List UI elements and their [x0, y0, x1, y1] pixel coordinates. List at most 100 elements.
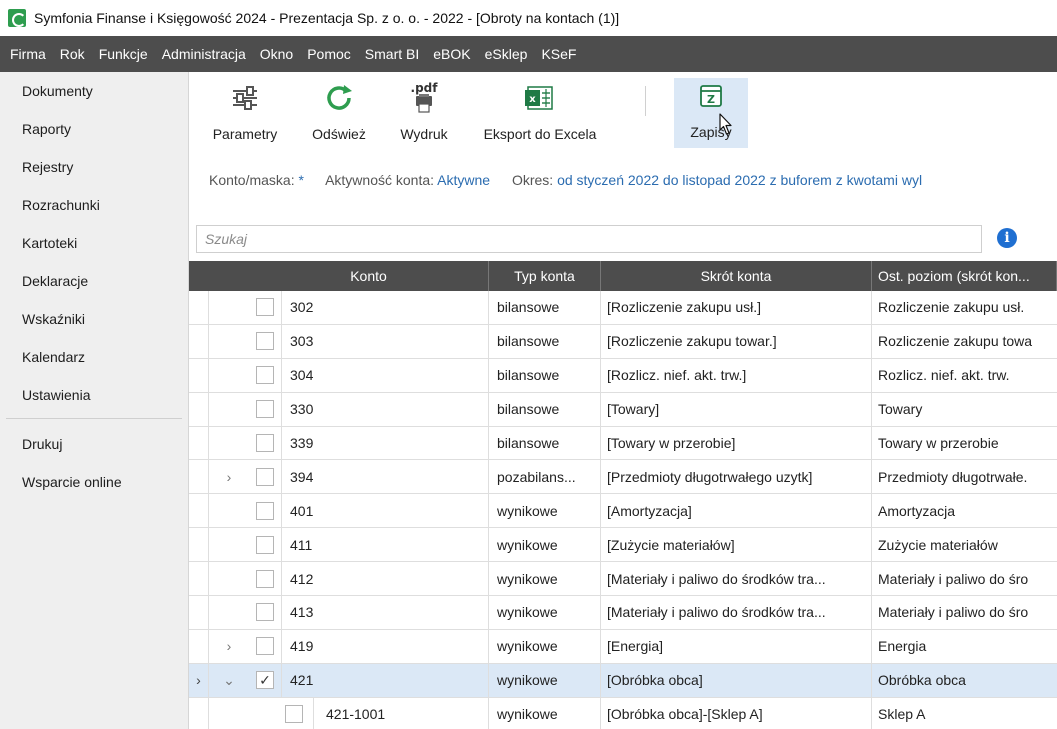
search-input[interactable]	[197, 226, 981, 252]
expand-chevron-icon[interactable]: ›	[209, 460, 249, 493]
cell-typ-konta: wynikowe	[489, 494, 601, 528]
toolbar: Parametry Odśwież .pdf Wydruk x Eksport …	[189, 72, 1057, 152]
table-row[interactable]: 413 wynikowe [Materiały i paliwo do środkó…	[189, 596, 1057, 630]
svg-text:x: x	[529, 94, 536, 105]
table-row[interactable]: 330 bilansowe [Towary] Towary	[189, 392, 1057, 427]
sidebar-item-1[interactable]: Raporty	[0, 110, 188, 148]
menu-item-esklep[interactable]: eSklep	[485, 46, 528, 62]
sliders-icon	[207, 80, 283, 116]
sidebar-item-3[interactable]: Rozrachunki	[0, 186, 188, 224]
cell-konto: 330	[281, 392, 489, 426]
zapisy-label: Zapisy	[690, 124, 732, 140]
row-indicator: ›	[189, 663, 209, 697]
konto-mask-label: Konto/maska:	[209, 172, 295, 188]
expand-chevron-icon[interactable]	[209, 528, 249, 561]
table-row[interactable]: › 419 wynikowe [Energia] Energia	[189, 629, 1057, 664]
row-checkbox[interactable]	[256, 603, 274, 622]
menu-item-smart-bi[interactable]: Smart BI	[365, 46, 419, 62]
sidebar-item-4[interactable]: Kartoteki	[0, 224, 188, 262]
zapisy-button[interactable]: Z Zapisy	[674, 78, 748, 148]
expand-chevron-icon[interactable]: ⌄	[209, 664, 249, 697]
row-checkbox[interactable]	[256, 366, 274, 385]
row-checkbox-cell	[249, 427, 281, 460]
cell-skrot-konta: [Materiały i paliwo do środków tra...	[601, 596, 872, 629]
table-row[interactable]: › 394 pozabilans... [Przedmioty długotrwałe…	[189, 460, 1057, 495]
expand-chevron-icon[interactable]	[209, 427, 249, 460]
cell-ost-poziom: Amortyzacja	[878, 502, 956, 519]
sidebar-bottom-item-1[interactable]: Wsparcie online	[0, 463, 188, 501]
header-konto[interactable]: Konto	[189, 261, 489, 291]
menu-item-firma[interactable]: Firma	[10, 46, 46, 62]
menu-item-funkcje[interactable]: Funkcje	[99, 46, 148, 62]
row-indicator	[189, 426, 209, 460]
row-checkbox[interactable]	[256, 501, 274, 520]
konto-mask-value[interactable]: *	[299, 172, 304, 188]
cell-typ-konta: bilansowe	[489, 291, 601, 324]
table-row[interactable]: 421-1001 wynikowe [Obróbka obca]-[Sklep A]…	[189, 697, 1057, 729]
header-skrot-konta[interactable]: Skrót konta	[601, 261, 872, 291]
eksport-excel-button[interactable]: x Eksport do Excela	[475, 80, 605, 150]
expand-chevron-icon[interactable]	[209, 596, 249, 629]
row-checkbox[interactable]	[256, 332, 274, 351]
row-checkbox[interactable]	[256, 298, 274, 317]
sidebar-item-5[interactable]: Deklaracje	[0, 262, 188, 300]
row-checkbox-cell	[249, 460, 281, 493]
cell-ost-poziom: Rozlicz. nief. akt. trw.	[878, 367, 1010, 384]
sidebar-item-7[interactable]: Kalendarz	[0, 338, 188, 376]
expand-chevron-icon[interactable]	[209, 562, 249, 595]
table-row[interactable]: 339 bilansowe [Towary w przerobie] Towary w…	[189, 426, 1057, 461]
aktywnosc-label: Aktywność konta:	[325, 172, 435, 188]
menu-item-rok[interactable]: Rok	[60, 46, 85, 62]
table-row[interactable]: 401 wynikowe [Amortyzacja] Amortyzacja	[189, 494, 1057, 529]
cell-konto: 421	[281, 663, 489, 697]
expand-chevron-icon[interactable]	[209, 325, 249, 358]
parametry-button[interactable]: Parametry	[207, 80, 283, 150]
row-checkbox[interactable]	[256, 637, 274, 656]
expand-chevron-icon[interactable]	[209, 359, 249, 392]
row-checkbox[interactable]	[285, 705, 303, 724]
cell-konto: 419	[281, 629, 489, 663]
menu-item-pomoc[interactable]: Pomoc	[307, 46, 351, 62]
table-row[interactable]: 303 bilansowe [Rozliczenie zakupu towar.] R…	[189, 324, 1057, 359]
odswiez-button[interactable]: Odśwież	[301, 80, 377, 150]
sidebar-item-2[interactable]: Rejestry	[0, 148, 188, 186]
menu-item-ebok[interactable]: eBOK	[433, 46, 470, 62]
row-checkbox-cell	[249, 630, 281, 663]
table-row[interactable]: 411 wynikowe [Zużycie materiałów] Zużycie m…	[189, 528, 1057, 563]
menu-item-ksef[interactable]: KSeF	[541, 46, 576, 62]
okres-value[interactable]: od styczeń 2022 do listopad 2022 z bufor…	[557, 172, 922, 188]
sidebar-item-6[interactable]: Wskaźniki	[0, 300, 188, 338]
expand-chevron-icon[interactable]	[209, 698, 249, 729]
cell-skrot-konta: [Energia]	[601, 629, 872, 663]
row-indicator	[189, 629, 209, 663]
cell-ost-poziom: Sklep A	[878, 706, 926, 723]
refresh-icon	[301, 80, 377, 116]
menu-item-okno[interactable]: Okno	[260, 46, 293, 62]
sidebar-item-8[interactable]: Ustawienia	[0, 376, 188, 414]
row-checkbox[interactable]	[256, 569, 274, 588]
expand-chevron-icon[interactable]: ›	[209, 630, 249, 663]
table-row[interactable]: 304 bilansowe [Rozlicz. nief. akt. trw.] Ro…	[189, 358, 1057, 393]
table-row[interactable]: 412 wynikowe [Materiały i paliwo do środkó…	[189, 562, 1057, 597]
sidebar-item-0[interactable]: Dokumenty	[0, 72, 188, 110]
wydruk-button[interactable]: .pdf Wydruk	[387, 80, 461, 150]
sidebar-bottom-item-0[interactable]: Drukuj	[0, 425, 188, 463]
header-typ-konta[interactable]: Typ konta	[489, 261, 601, 291]
row-checkbox[interactable]	[256, 467, 274, 486]
header-ost-poziom[interactable]: Ost. poziom (skrót kon...	[872, 261, 1057, 291]
row-checkbox[interactable]: ✓	[256, 671, 274, 690]
table-row[interactable]: 302 bilansowe [Rozliczenie zakupu usł.] Roz…	[189, 291, 1057, 325]
cell-ost-poziom: Obróbka obca	[878, 672, 966, 689]
row-checkbox[interactable]	[256, 400, 274, 419]
row-checkbox[interactable]	[256, 434, 274, 452]
row-checkbox[interactable]	[256, 535, 274, 554]
info-icon[interactable]: i	[997, 228, 1017, 248]
expand-chevron-icon[interactable]	[209, 393, 249, 426]
table-row[interactable]: › ⌄ ✓ 421 wynikowe [Obróbka obca] Obróbka obca	[189, 663, 1057, 698]
cell-ost-poziom: Materiały i paliwo do śro	[878, 604, 1029, 621]
expand-chevron-icon[interactable]	[209, 494, 249, 527]
expand-chevron-icon[interactable]	[209, 291, 249, 324]
menu-item-administracja[interactable]: Administracja	[162, 46, 246, 62]
row-checkbox-cell	[249, 291, 281, 324]
aktywnosc-value[interactable]: Aktywne	[437, 172, 490, 188]
